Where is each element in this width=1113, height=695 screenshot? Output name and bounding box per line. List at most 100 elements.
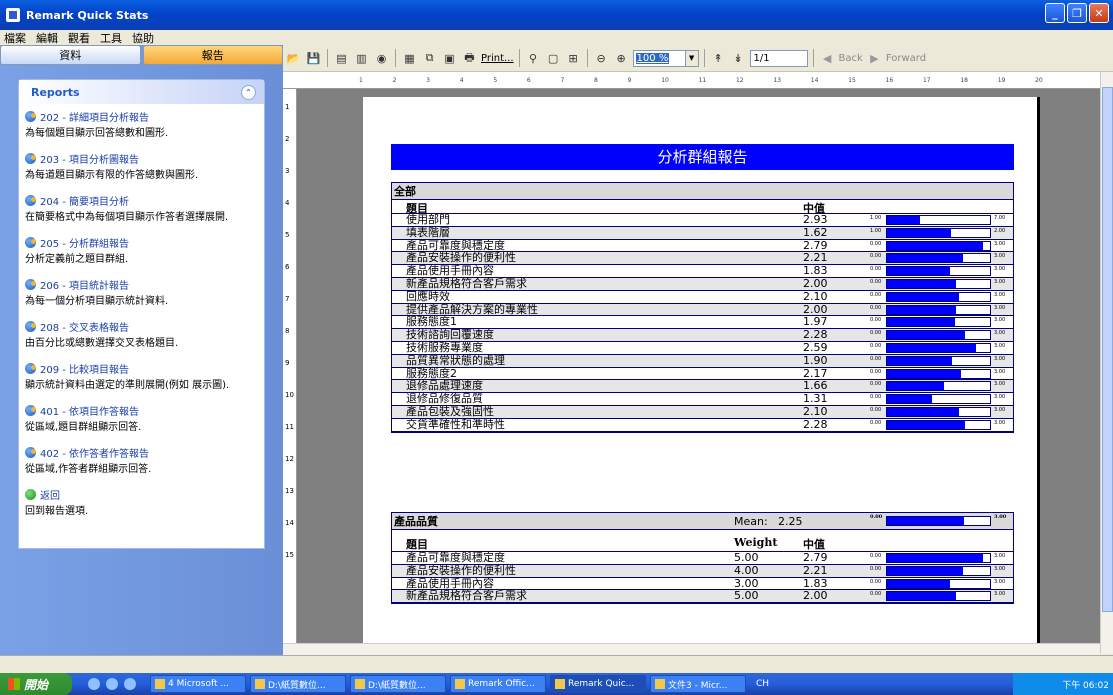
multi-page-icon[interactable]: ⊞: [565, 50, 582, 67]
close-button[interactable]: ✕: [1089, 3, 1109, 23]
item-label: 交貨準確性和準時性: [406, 417, 505, 431]
open-icon[interactable]: 📂: [285, 50, 302, 67]
clock: 下午 06:02: [1062, 680, 1109, 691]
report-link-label: 209 - 比較項目報告: [40, 365, 130, 376]
ruler-tick: 2: [285, 135, 290, 143]
horizontal-scrollbar[interactable]: [283, 643, 1100, 655]
bar-min: 0.00: [870, 317, 882, 324]
system-tray: 下午 06:02: [1013, 673, 1113, 695]
ruler-tick: 16: [885, 77, 894, 84]
export-html-icon[interactable]: ▥: [353, 50, 370, 67]
restore-button[interactable]: ❐: [1067, 3, 1087, 23]
report-link[interactable]: 203 - 項目分析圖報告: [25, 150, 264, 167]
minimize-button[interactable]: _: [1045, 3, 1065, 23]
median-bar: [886, 394, 991, 405]
page-up-icon[interactable]: ↟: [710, 50, 727, 67]
layout-icon[interactable]: ▦: [401, 50, 418, 67]
table-row: 使用部門 2.93 1.00 7.00: [392, 213, 1013, 227]
table-row: 技術諮詢回覆速度 2.28 0.00 3.00: [392, 328, 1013, 342]
chevron-down-icon[interactable]: ▼: [684, 50, 698, 66]
ruler-tick: 6: [285, 263, 290, 271]
scroll-thumb[interactable]: [1102, 87, 1113, 612]
median-bar: [886, 330, 991, 341]
report-description: 從區域,作答者群組顯示回答.: [25, 464, 152, 475]
ruler-tick: 8: [594, 77, 598, 84]
median-bar: [886, 591, 991, 602]
bar-min: 0.00: [870, 591, 882, 598]
taskbar-button[interactable]: 4 Microsoft ...: [150, 675, 246, 693]
column-weight: Weight: [734, 536, 778, 549]
report-link[interactable]: 209 - 比較項目報告: [25, 360, 264, 377]
title-bar: Remark Quick Stats _ ❐ ✕: [0, 0, 1113, 30]
report-link[interactable]: 208 - 交叉表格報告: [25, 318, 264, 335]
ruler-tick: 2: [392, 77, 397, 84]
menu-edit[interactable]: 編輯: [36, 30, 58, 46]
taskbar-button[interactable]: Remark Offic...: [450, 675, 546, 693]
page-number-field[interactable]: 1/1: [749, 49, 808, 67]
save-icon[interactable]: 💾: [305, 50, 322, 67]
export-icon[interactable]: ▤: [333, 50, 350, 67]
ruler-tick: 11: [698, 77, 707, 84]
app-icon: [6, 8, 20, 22]
report-link[interactable]: 返回: [25, 486, 264, 503]
report-item: 206 - 項目統計報告 為每一個分析項目顯示統計資料.: [19, 276, 264, 314]
print-button[interactable]: Print...: [481, 53, 514, 64]
bar-max: 3.00: [994, 304, 1006, 311]
menu-file[interactable]: 檔案: [4, 30, 26, 46]
item-median: 2.10: [803, 289, 828, 303]
desktop-icon[interactable]: [88, 678, 100, 690]
back-icon[interactable]: ◀: [819, 50, 836, 67]
collapse-icon[interactable]: ⌃: [241, 84, 256, 100]
median-bar-fill: [887, 579, 950, 588]
item-label: 新產品規格符合客戶需求: [406, 276, 527, 290]
copy-icon[interactable]: ⧉: [421, 50, 438, 67]
report-link[interactable]: 202 - 詳細項目分析報告: [25, 108, 264, 125]
bar-max: 7.00: [994, 215, 1006, 221]
report-link[interactable]: 204 - 簡要項目分析: [25, 192, 264, 209]
vertical-scrollbar[interactable]: [1100, 72, 1113, 654]
menu-help[interactable]: 協助: [132, 30, 154, 46]
report-description: 從區域,題目群組顯示回答.: [25, 422, 142, 433]
tab-report[interactable]: 報告: [142, 45, 283, 65]
taskbar-button[interactable]: D:\紙質數位...: [250, 675, 346, 693]
tab-data[interactable]: 資料: [0, 45, 141, 65]
forward-button[interactable]: Forward: [886, 53, 926, 64]
median-bar: [886, 368, 991, 379]
globe-icon[interactable]: ◉: [373, 50, 390, 67]
median-bar-fill: [887, 216, 920, 224]
zoom-select[interactable]: 100 % ▼: [632, 49, 699, 67]
vertical-ruler: 1 2 3 4 5 6 7 8 9 10 11 12 13 14 15: [283, 89, 297, 643]
media-icon[interactable]: [124, 678, 136, 690]
zoom-out-icon[interactable]: ⊖: [593, 50, 610, 67]
ie-icon[interactable]: [106, 678, 118, 690]
find-icon[interactable]: ⚲: [525, 50, 542, 67]
taskbar-button[interactable]: D:\紙質數位...: [350, 675, 446, 693]
report-link[interactable]: 205 - 分析群組報告: [25, 234, 264, 251]
report-link[interactable]: 206 - 項目統計報告: [25, 276, 264, 293]
print-icon[interactable]: 🖶: [461, 50, 478, 67]
grid-icon[interactable]: ▣: [441, 50, 458, 67]
bar-max: 3.00: [994, 266, 1006, 273]
bar-max: 3.00: [994, 355, 1006, 362]
median-bar-fill: [887, 356, 952, 365]
report-link[interactable]: 401 - 依項目作答報告: [25, 402, 264, 419]
back-button[interactable]: Back: [839, 53, 863, 64]
report-link-label: 205 - 分析群組報告: [40, 239, 130, 250]
mean-value: 2.25: [778, 515, 803, 528]
taskbar-button[interactable]: Remark Quic...: [550, 675, 646, 693]
bar-min: 0.00: [870, 330, 882, 337]
zoom-in-icon[interactable]: ⊕: [613, 50, 630, 67]
forward-icon[interactable]: ▶: [866, 50, 883, 67]
start-button[interactable]: 開始: [0, 673, 72, 695]
menu-view[interactable]: 觀看: [68, 30, 90, 46]
taskbar-button[interactable]: 文件3 - Micr...: [650, 675, 746, 693]
menu-tools[interactable]: 工具: [100, 30, 122, 46]
single-page-icon[interactable]: ▢: [545, 50, 562, 67]
ruler-tick: 20: [1035, 77, 1043, 84]
report-link[interactable]: 402 - 依作答者作答報告: [25, 444, 264, 461]
reports-panel: Reports ⌃ 202 - 詳細項目分析報告 為每個題目顯示回答總數和圖形. 2…: [18, 79, 265, 549]
language-indicator[interactable]: CH: [756, 679, 769, 689]
report-item: 204 - 簡要項目分析 在簡要格式中為每個項目顯示作答者選擇展開.: [19, 192, 264, 230]
reports-header[interactable]: Reports ⌃: [19, 80, 264, 104]
page-down-icon[interactable]: ↡: [730, 50, 747, 67]
